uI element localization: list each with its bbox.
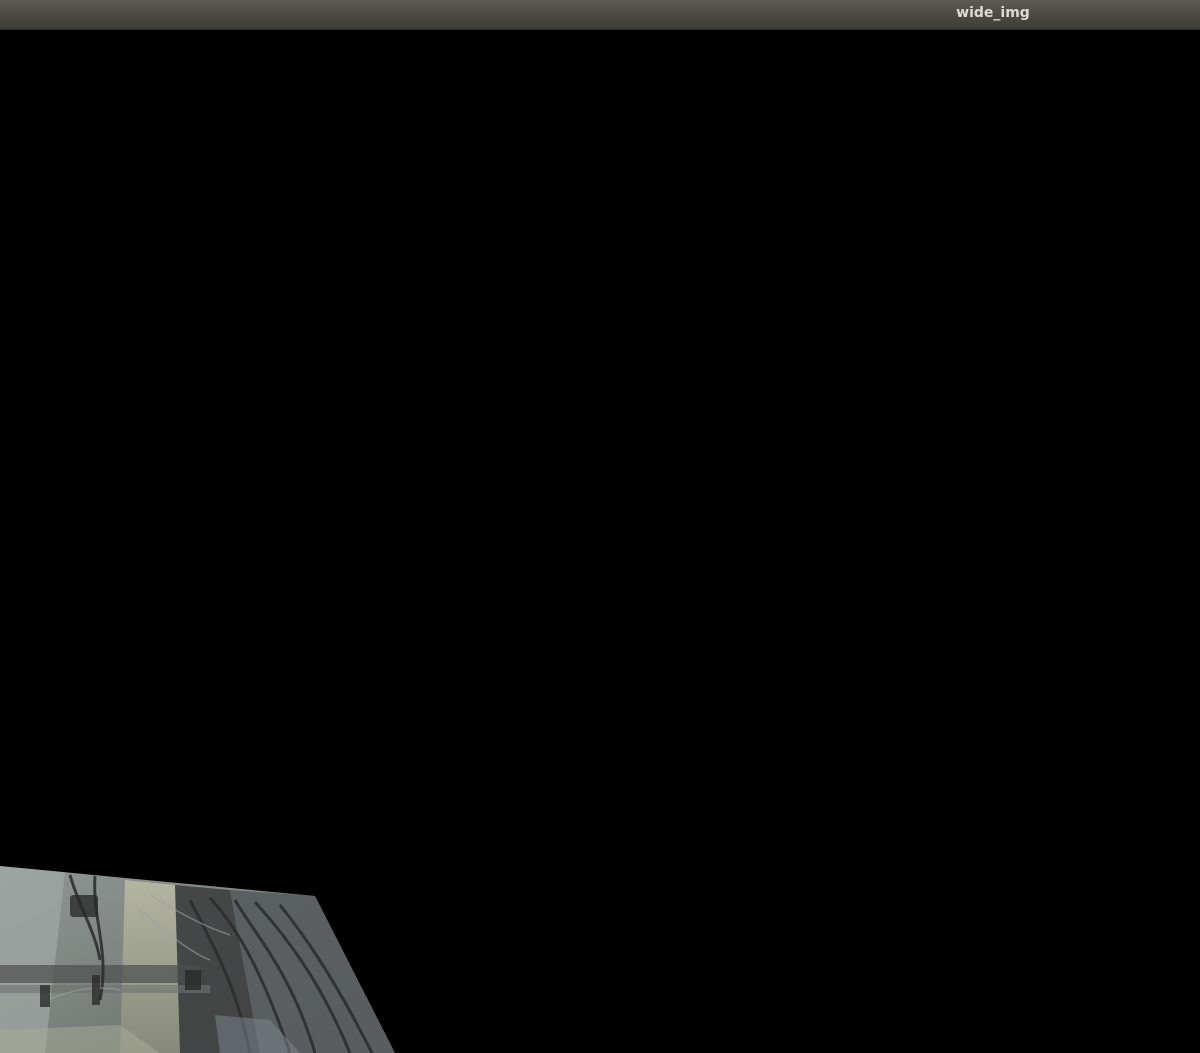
window-title: wide_img — [956, 5, 1030, 21]
image-viewer-window: wide_img — [0, 0, 1200, 1053]
image-canvas — [0, 30, 1200, 1053]
warped-camera-image-icon — [0, 866, 395, 1053]
window-titlebar[interactable]: wide_img — [0, 0, 1200, 30]
